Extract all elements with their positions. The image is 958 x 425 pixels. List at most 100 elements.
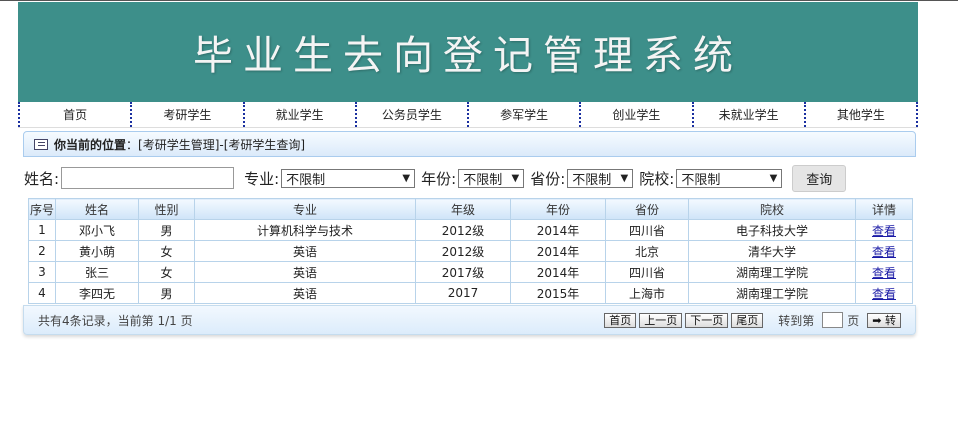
- top-border: [0, 0, 958, 1]
- cell-gender: 女: [138, 261, 195, 283]
- goto-label: 转到第: [778, 313, 815, 328]
- col-major: 专业: [194, 198, 416, 220]
- nav-startup-students[interactable]: 创业学生: [579, 102, 691, 127]
- cell-grade: 2012级: [415, 219, 511, 241]
- cell-grade: 2017级: [415, 261, 511, 283]
- major-select-value: 不限制: [286, 172, 326, 188]
- dropdown-arrow-icon: ▼: [511, 172, 520, 184]
- cell-major: 英语: [194, 261, 416, 283]
- cell-year: 2014年: [510, 219, 606, 241]
- cell-gender: 男: [138, 219, 195, 241]
- cell-school: 清华大学: [688, 240, 856, 262]
- prev-page-button[interactable]: 上一页: [639, 312, 683, 328]
- cell-school: 湖南理工学院: [688, 261, 856, 283]
- school-select[interactable]: 不限制 ▼: [676, 168, 783, 188]
- major-label: 专业:: [244, 169, 280, 188]
- cell-details: 查看: [855, 261, 913, 283]
- breadcrumb: 你当前的位置 ：[考研学生管理]-[考研学生查询]: [23, 131, 916, 157]
- cell-gender: 男: [138, 282, 195, 304]
- school-select-value: 不限制: [681, 172, 721, 188]
- go-button[interactable]: ➡ 转: [867, 312, 901, 328]
- record-summary: 共有4条记录，当前第 1/1 页: [38, 313, 193, 328]
- province-select-value: 不限制: [572, 172, 612, 188]
- cell-index: 2: [28, 240, 56, 262]
- nav-home[interactable]: 首页: [18, 102, 130, 127]
- cell-province: 四川省: [605, 261, 689, 283]
- query-button[interactable]: 查询: [792, 164, 847, 192]
- cell-year: 2015年: [510, 282, 606, 304]
- first-page-button[interactable]: 首页: [604, 312, 637, 328]
- nav-employed-students[interactable]: 就业学生: [242, 102, 355, 127]
- cell-index: 3: [28, 261, 56, 283]
- cell-year: 2014年: [510, 240, 606, 262]
- cell-details: 查看: [855, 219, 913, 241]
- view-details-link[interactable]: 查看: [872, 266, 896, 280]
- cell-province: 北京: [605, 240, 689, 262]
- table-row: 1 邓小飞 男 计算机科学与技术 2012级 2014年 四川省 电子科技大学 …: [28, 219, 913, 241]
- cell-name: 李四无: [55, 282, 139, 304]
- cell-school: 电子科技大学: [688, 219, 856, 241]
- school-label: 院校:: [639, 169, 675, 188]
- cell-year: 2014年: [510, 261, 606, 283]
- dropdown-arrow-icon: ▼: [402, 172, 411, 184]
- view-details-link[interactable]: 查看: [872, 287, 896, 301]
- province-label: 省份:: [530, 169, 566, 188]
- cell-province: 四川省: [605, 219, 689, 241]
- main-nav: 首页 考研学生 就业学生 公务员学生 参军学生 创业学生 未就业学生 其他学生: [18, 102, 918, 128]
- cell-details: 查看: [855, 240, 913, 262]
- major-select[interactable]: 不限制 ▼: [281, 168, 416, 188]
- breadcrumb-label: 你当前的位置: [54, 137, 127, 152]
- cell-major: 英语: [194, 240, 416, 262]
- year-label: 年份:: [421, 169, 457, 188]
- col-year: 年份: [510, 198, 606, 220]
- year-select[interactable]: 不限制 ▼: [458, 168, 525, 188]
- cell-index: 1: [28, 219, 56, 241]
- province-select[interactable]: 不限制 ▼: [567, 168, 634, 188]
- cell-index: 4: [28, 282, 56, 304]
- system-title: 毕业生去向登记管理系统: [193, 33, 743, 79]
- nav-postgrad-students[interactable]: 考研学生: [130, 102, 242, 127]
- search-filters: 姓名: 专业: 不限制 ▼ 年份: 不限制 ▼ 省份: 不限制 ▼ 院校: 不限…: [24, 163, 924, 193]
- cell-grade: 2017: [415, 282, 511, 304]
- nav-unemployed-students[interactable]: 未就业学生: [691, 102, 804, 127]
- view-details-link[interactable]: 查看: [872, 224, 896, 238]
- next-page-button[interactable]: 下一页: [685, 312, 729, 328]
- banner: 毕业生去向登记管理系统: [18, 2, 918, 102]
- document-icon: [34, 138, 48, 150]
- col-province: 省份: [605, 198, 689, 220]
- nav-military-students[interactable]: 参军学生: [467, 102, 579, 127]
- dropdown-arrow-icon: ▼: [620, 172, 629, 184]
- nav-other-students[interactable]: 其他学生: [803, 102, 918, 127]
- year-select-value: 不限制: [463, 172, 503, 188]
- view-details-link[interactable]: 查看: [872, 245, 896, 259]
- cell-school: 湖南理工学院: [688, 282, 856, 304]
- col-name: 姓名: [55, 198, 139, 220]
- students-table-container: 序号 姓名 性别 专业 年级 年份 省份 院校 详情 1 邓小飞 男 计算机科学…: [28, 198, 913, 304]
- col-school: 院校: [688, 198, 856, 220]
- col-index: 序号: [28, 198, 56, 220]
- cell-name: 邓小飞: [55, 219, 139, 241]
- cell-major: 计算机科学与技术: [194, 219, 416, 241]
- cell-province: 上海市: [605, 282, 689, 304]
- cell-name: 张三: [55, 261, 139, 283]
- col-grade: 年级: [415, 198, 511, 220]
- cell-gender: 女: [138, 240, 195, 262]
- table-header-row: 序号 姓名 性别 专业 年级 年份 省份 院校 详情: [28, 198, 913, 220]
- name-input[interactable]: [61, 167, 235, 189]
- col-gender: 性别: [138, 198, 195, 220]
- table-row: 2 黄小萌 女 英语 2012级 2014年 北京 清华大学 查看: [28, 240, 913, 262]
- name-label: 姓名:: [24, 169, 60, 188]
- cell-major: 英语: [194, 282, 416, 304]
- table-row: 3 张三 女 英语 2017级 2014年 四川省 湖南理工学院 查看: [28, 261, 913, 283]
- table-row: 4 李四无 男 英语 2017 2015年 上海市 湖南理工学院 查看: [28, 282, 913, 304]
- last-page-button[interactable]: 尾页: [731, 312, 764, 328]
- col-details: 详情: [855, 198, 913, 220]
- page-suffix: 页: [847, 313, 860, 328]
- cell-details: 查看: [855, 282, 913, 304]
- page-number-input[interactable]: [822, 312, 844, 328]
- pagination-bar: 共有4条记录，当前第 1/1 页 首页 上一页 下一页 尾页 转到第 页 ➡ 转: [23, 305, 916, 335]
- students-table: 序号 姓名 性别 专业 年级 年份 省份 院校 详情 1 邓小飞 男 计算机科学…: [28, 198, 913, 304]
- nav-civil-servant-students[interactable]: 公务员学生: [354, 102, 467, 127]
- dropdown-arrow-icon: ▼: [769, 172, 778, 184]
- cell-name: 黄小萌: [55, 240, 139, 262]
